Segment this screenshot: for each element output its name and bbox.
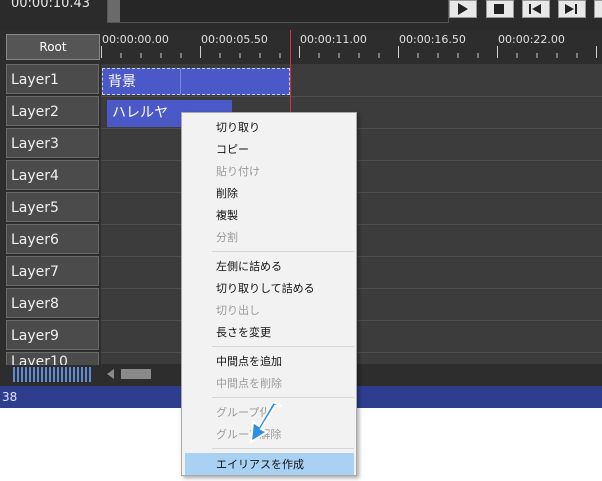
play-icon [458, 3, 468, 15]
step-forward-icon [565, 4, 577, 14]
row-divider [101, 96, 602, 97]
layer-header-4[interactable]: Layer4 [6, 160, 99, 190]
tick-label: 00:00:11.00 [300, 33, 367, 46]
root-button[interactable]: Root [6, 34, 100, 60]
play-button[interactable] [449, 0, 477, 18]
menu-item-duplicate[interactable]: 複製 [216, 207, 238, 223]
time-ruler[interactable]: 00:00:00.00 00:00:05.50 00:00:11.00 00:0… [101, 32, 602, 58]
menu-item-create-alias[interactable]: エイリアスを作成 [216, 456, 304, 472]
layer-header-10[interactable]: Layer10 [6, 352, 99, 366]
seek-bar[interactable] [107, 0, 449, 23]
seek-handle[interactable] [108, 0, 120, 22]
tick-label: 00:00:00.00 [102, 33, 169, 46]
scroll-left-icon[interactable] [107, 369, 114, 379]
step-back-button[interactable] [522, 0, 550, 18]
step-back-icon [529, 4, 541, 14]
step-forward-button[interactable] [558, 0, 586, 18]
menu-item-paste[interactable]: 貼り付け [216, 163, 260, 179]
menu-separator [212, 251, 354, 252]
stop-button[interactable] [486, 0, 514, 18]
audio-meter [13, 367, 93, 382]
menu-separator [212, 448, 354, 449]
layer-header-3[interactable]: Layer3 [6, 128, 99, 158]
menu-separator [212, 397, 354, 398]
layer-header-9[interactable]: Layer9 [6, 320, 99, 350]
current-time: 00:00:10.43 [11, 0, 91, 11]
next-button[interactable] [594, 0, 602, 18]
menu-item-split[interactable]: 分割 [216, 229, 238, 245]
tick-label: 00:00:16.50 [399, 33, 466, 46]
scroll-thumb[interactable] [121, 369, 151, 379]
layer-header-5[interactable]: Layer5 [6, 192, 99, 222]
menu-item-change-length[interactable]: 長さを変更 [216, 324, 271, 340]
layer-header-6[interactable]: Layer6 [6, 224, 99, 254]
menu-item-delete[interactable]: 削除 [216, 185, 238, 201]
tick-label: 00:00:22.00 [498, 33, 565, 46]
menu-item-cut[interactable]: 切り取り [216, 119, 260, 135]
pointer-arrow-icon [249, 402, 282, 444]
stop-icon [494, 4, 504, 14]
layer-header-7[interactable]: Layer7 [6, 256, 99, 286]
layer-header-2[interactable]: Layer2 [6, 96, 99, 126]
clip-background[interactable]: 背景 [102, 68, 290, 95]
menu-separator [212, 346, 354, 347]
tick-label: 00:00:05.50 [201, 33, 268, 46]
menu-item-cut-ripple[interactable]: 切り取りして詰める [216, 280, 315, 296]
layer-header-1[interactable]: Layer1 [6, 64, 99, 94]
menu-item-add-midpoint[interactable]: 中間点を追加 [216, 353, 282, 369]
menu-item-trim[interactable]: 切り出し [216, 302, 260, 318]
menu-item-remove-midpoint[interactable]: 中間点を削除 [216, 375, 282, 391]
clip-divider [180, 69, 181, 94]
menu-item-copy[interactable]: コピー [216, 141, 249, 157]
menu-item-ripple-left[interactable]: 左側に詰める [216, 258, 282, 274]
layer-header-8[interactable]: Layer8 [6, 288, 99, 318]
ruler-ticks [101, 46, 597, 58]
